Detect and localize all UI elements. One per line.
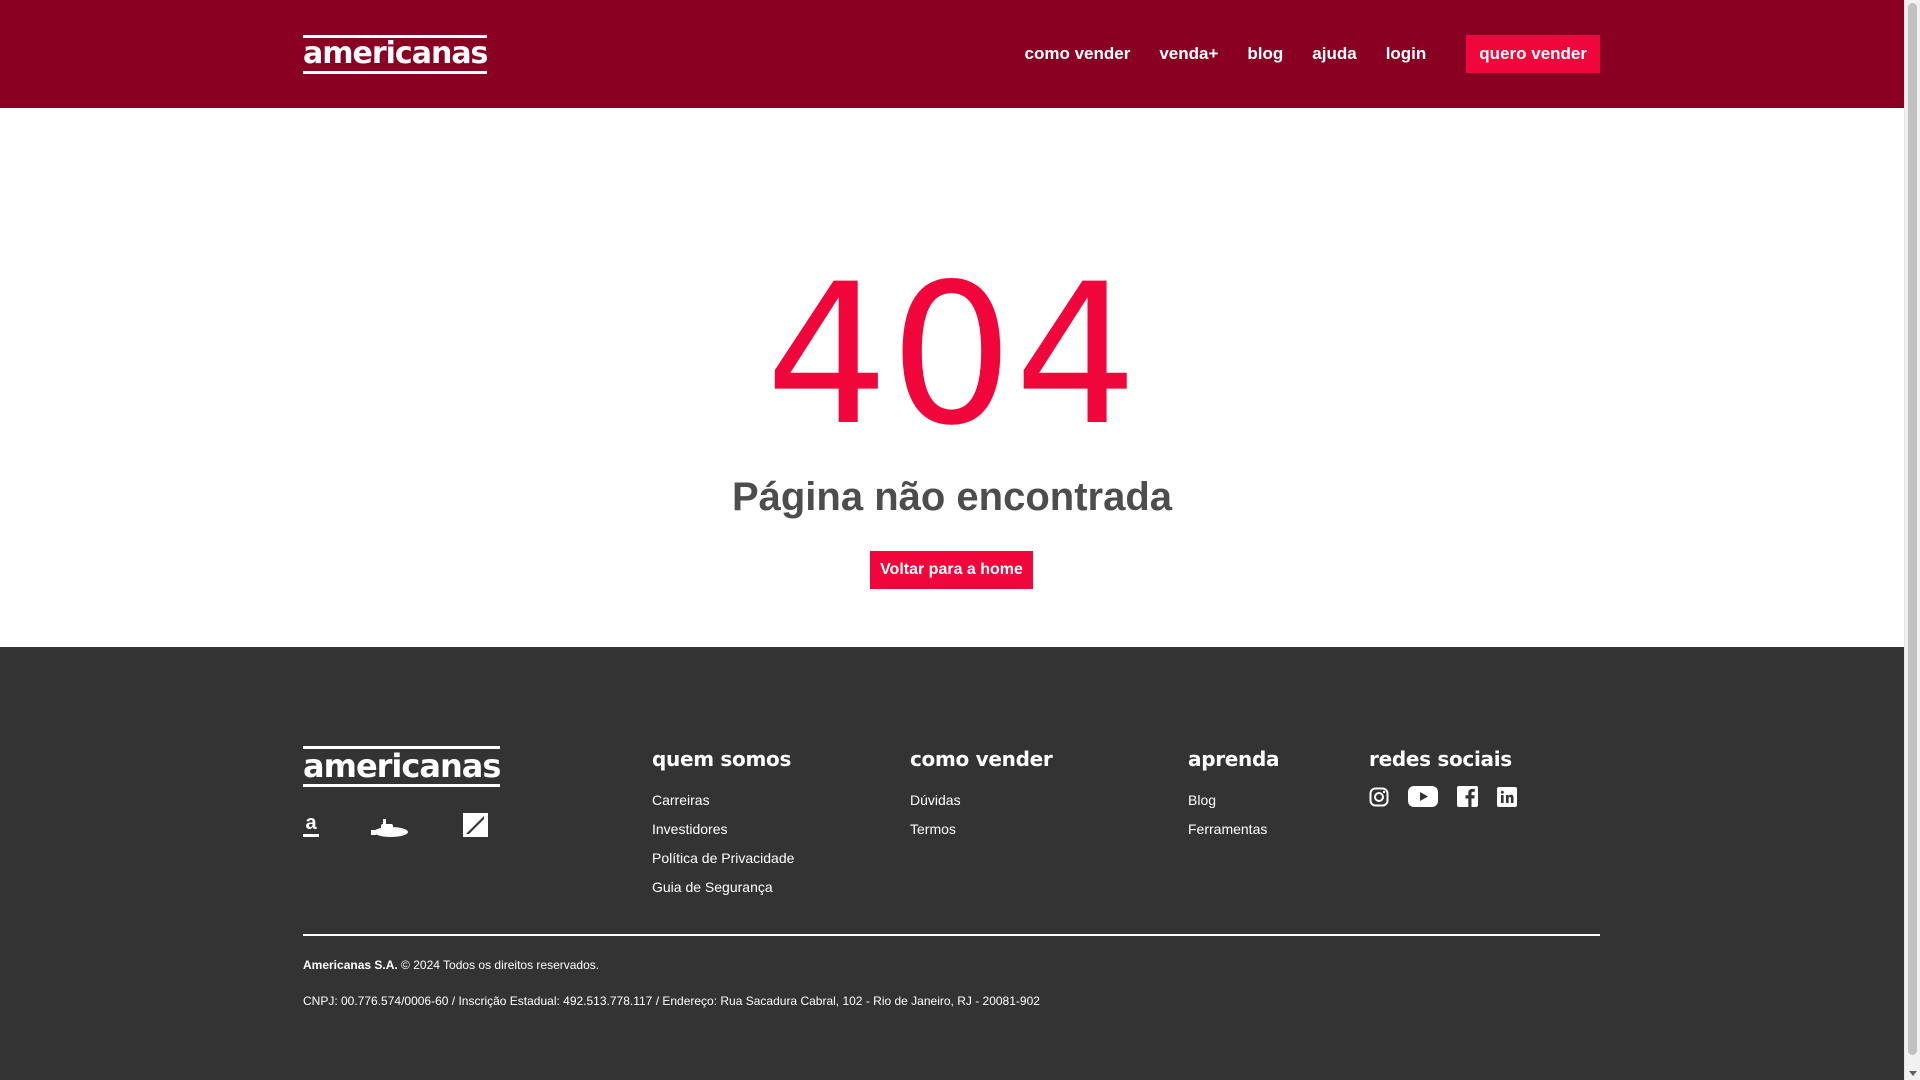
- scrollbar-thumb[interactable]: [1908, 3, 1917, 1055]
- footer-link-termos[interactable]: Termos: [910, 815, 1052, 844]
- submarino-icon[interactable]: [371, 819, 409, 844]
- brand-icons: a: [303, 813, 503, 843]
- footer-link-carreiras[interactable]: Carreiras: [652, 786, 794, 815]
- page: americanas como vender venda+ blog ajuda…: [0, 0, 1904, 1080]
- shoptime-icon[interactable]: [463, 813, 488, 842]
- main-content: 404 Página não encontrada Voltar para a …: [0, 108, 1904, 647]
- footer-link-blog[interactable]: Blog: [1188, 786, 1279, 815]
- company-name: Americanas S.A.: [303, 958, 398, 972]
- facebook-icon[interactable]: [1457, 786, 1478, 812]
- rights-text: © 2024 Todos os direitos reservados.: [397, 958, 600, 972]
- linkedin-icon[interactable]: [1497, 786, 1517, 812]
- scroll-down-arrow-icon[interactable]: [1909, 1071, 1917, 1076]
- footer-col-redes-sociais: redes sociais: [1369, 748, 1536, 812]
- nav-ajuda[interactable]: ajuda: [1312, 44, 1356, 64]
- nav-como-vender[interactable]: como vender: [1025, 44, 1131, 64]
- social-icons: [1369, 786, 1536, 812]
- footer-logo[interactable]: americanas: [303, 746, 501, 787]
- footer-col-como-vender: como vender Dúvidas Termos: [910, 747, 1053, 844]
- error-message: Página não encontrada: [731, 475, 1173, 519]
- copyright-line: Americanas S.A. © 2024 Todos os direitos…: [303, 958, 599, 972]
- site-header: americanas como vender venda+ blog ajuda…: [0, 0, 1904, 108]
- nav-venda-plus[interactable]: venda+: [1159, 44, 1218, 64]
- youtube-icon[interactable]: [1408, 786, 1438, 812]
- page-scrollbar[interactable]: [1904, 0, 1920, 1080]
- header-logo[interactable]: americanas: [303, 34, 488, 74]
- americanas-a-icon[interactable]: a: [303, 813, 319, 837]
- footer-col-title: redes sociais: [1369, 747, 1512, 771]
- quero-vender-button[interactable]: quero vender: [1466, 35, 1600, 73]
- footer-col-title: como vender: [910, 747, 1053, 771]
- nav-login[interactable]: login: [1386, 44, 1427, 64]
- footer-logo-wrap: americanas: [303, 746, 501, 787]
- footer-link-investidores[interactable]: Investidores: [652, 815, 794, 844]
- header-inner: americanas como vender venda+ blog ajuda…: [303, 0, 1600, 108]
- footer-divider: [303, 934, 1600, 936]
- instagram-icon[interactable]: [1369, 787, 1389, 812]
- footer-link-duvidas[interactable]: Dúvidas: [910, 786, 1052, 815]
- nav-blog[interactable]: blog: [1247, 44, 1283, 64]
- footer-col-title: quem somos: [652, 747, 792, 771]
- footer-col-title: aprenda: [1188, 747, 1280, 771]
- footer-col-aprenda: aprenda Blog Ferramentas: [1188, 747, 1280, 844]
- main-nav: como vender venda+ blog ajuda login quer…: [996, 35, 1600, 73]
- footer-link-seguranca[interactable]: Guia de Segurança: [652, 873, 794, 902]
- footer-link-ferramentas[interactable]: Ferramentas: [1188, 815, 1279, 844]
- back-home-button[interactable]: Voltar para a home: [870, 551, 1033, 589]
- company-details: CNPJ: 00.776.574/0006-60 / Inscrição Est…: [303, 994, 1040, 1008]
- footer-col-quem-somos: quem somos Carreiras Investidores Políti…: [652, 748, 794, 902]
- error-code: 404: [765, 242, 1139, 468]
- site-footer: americanas a quem somos Carreiras Invest…: [0, 647, 1904, 1080]
- footer-link-privacidade[interactable]: Política de Privacidade: [652, 844, 794, 873]
